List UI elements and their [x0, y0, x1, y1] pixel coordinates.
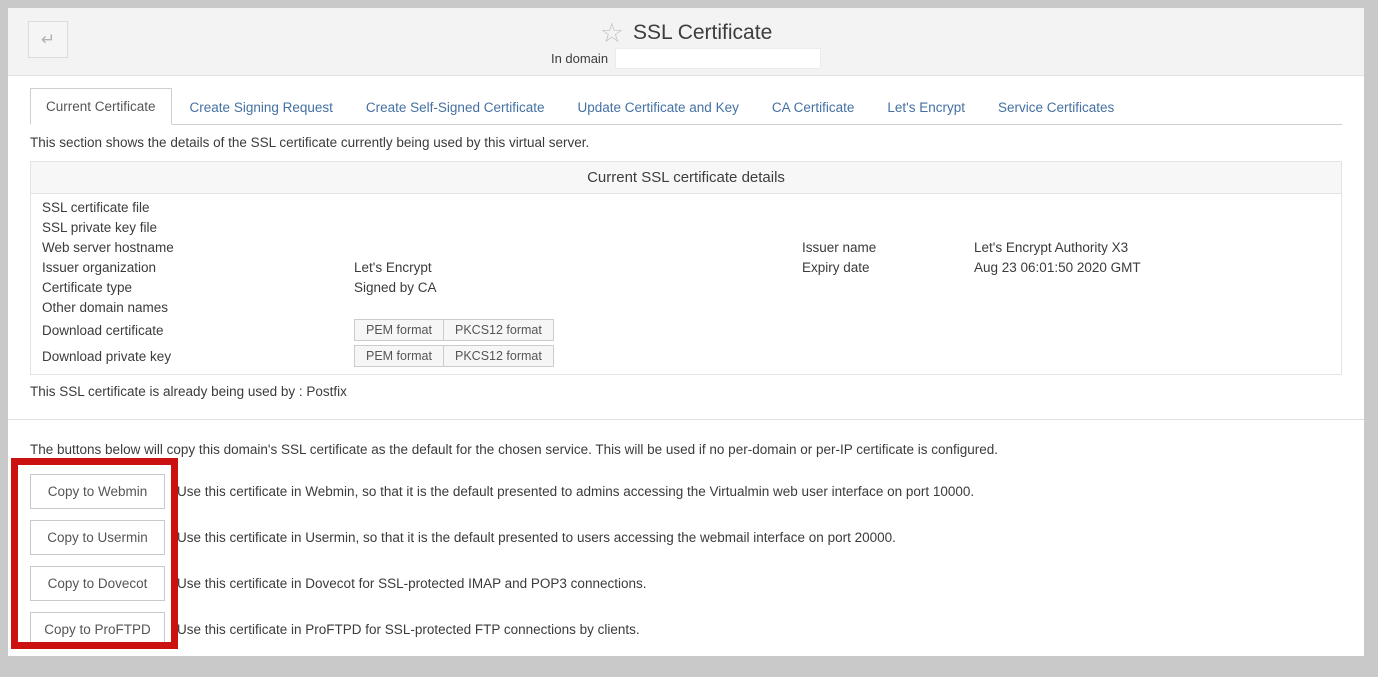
copy-usermin-description: Use this certificate in Usermin, so that…	[177, 530, 896, 545]
copy-to-proftpd-button[interactable]: Copy to ProFTPD	[30, 612, 165, 647]
row-label: Issuer name	[802, 239, 877, 255]
copy-to-webmin-button[interactable]: Copy to Webmin	[30, 474, 165, 509]
download-certificate-pem-button[interactable]: PEM format	[354, 319, 444, 341]
domain-input[interactable]	[615, 48, 822, 69]
row-label: Issuer organization	[42, 259, 157, 275]
table-row: Issuer organization Let's Encrypt Expiry…	[31, 257, 1341, 277]
title-block: ☆ SSL Certificate In domain	[8, 8, 1364, 69]
panel-title: Current SSL certificate details	[31, 162, 1341, 194]
copy-proftpd-description: Use this certificate in ProFTPD for SSL-…	[177, 622, 640, 637]
table-row: Download private key PEM format PKCS12 f…	[31, 343, 1341, 369]
row-label: Expiry date	[802, 259, 870, 275]
row-value	[343, 197, 791, 217]
row-value	[963, 197, 1341, 217]
table-row: Certificate type Signed by CA	[31, 277, 1341, 297]
page-header: ↵ ☆ SSL Certificate In domain	[8, 8, 1364, 76]
table-row: SSL private key file	[31, 217, 1341, 237]
copy-row-usermin: Copy to Usermin Use this certificate in …	[30, 520, 1364, 555]
download-certificate-pkcs12-button[interactable]: PKCS12 format	[443, 319, 554, 341]
row-value	[963, 297, 1341, 317]
certificate-details-panel: Current SSL certificate details SSL cert…	[30, 161, 1342, 375]
row-value	[963, 217, 1341, 237]
back-button[interactable]: ↵	[28, 21, 68, 58]
certificate-details-table: SSL certificate file SSL private key fil…	[31, 197, 1341, 369]
row-label: Other domain names	[42, 299, 169, 315]
tab-create-signing-request[interactable]: Create Signing Request	[175, 90, 348, 125]
tab-service-certificates[interactable]: Service Certificates	[983, 90, 1129, 125]
row-label	[791, 277, 963, 297]
row-value	[963, 277, 1341, 297]
table-row: Download certificate PEM format PKCS12 f…	[31, 317, 1341, 343]
row-value	[343, 217, 791, 237]
in-domain-label: In domain	[550, 51, 609, 66]
copy-row-proftpd: Copy to ProFTPD Use this certificate in …	[30, 612, 1364, 647]
row-label: SSL certificate file	[42, 199, 150, 215]
section-divider	[8, 419, 1364, 420]
back-arrow-icon: ↵	[40, 30, 56, 49]
row-label	[791, 297, 963, 317]
page-title: SSL Certificate	[632, 21, 773, 44]
row-value: Signed by CA	[354, 279, 437, 295]
table-row: SSL certificate file	[31, 197, 1341, 217]
copy-dovecot-description: Use this certificate in Dovecot for SSL-…	[177, 576, 647, 591]
download-private-key-pkcs12-button[interactable]: PKCS12 format	[443, 345, 554, 367]
row-label	[791, 217, 963, 237]
favorite-star-icon[interactable]: ☆	[600, 20, 624, 47]
certificate-used-by-text: This SSL certificate is already being us…	[30, 384, 347, 399]
copy-section-intro: The buttons below will copy this domain'…	[30, 442, 999, 457]
row-label	[791, 197, 963, 217]
row-value: Let's Encrypt Authority X3	[974, 239, 1129, 255]
tab-current-certificate[interactable]: Current Certificate	[30, 88, 172, 125]
download-private-key-pem-button[interactable]: PEM format	[354, 345, 444, 367]
row-label: Certificate type	[42, 279, 133, 295]
row-label: Download certificate	[42, 322, 164, 338]
row-value	[343, 237, 791, 257]
row-value: Aug 23 06:01:50 2020 GMT	[974, 259, 1141, 275]
tab-update-certificate-and-key[interactable]: Update Certificate and Key	[562, 90, 753, 125]
copy-row-dovecot: Copy to Dovecot Use this certificate in …	[30, 566, 1364, 601]
row-label: Download private key	[42, 348, 172, 364]
row-value: Let's Encrypt	[354, 259, 432, 275]
copy-row-webmin: Copy to Webmin Use this certificate in W…	[30, 474, 1364, 509]
row-label: Web server hostname	[42, 239, 174, 255]
copy-buttons-list: Copy to Webmin Use this certificate in W…	[30, 474, 1364, 647]
tab-create-self-signed-certificate[interactable]: Create Self-Signed Certificate	[351, 90, 560, 125]
app-window: ↵ ☆ SSL Certificate In domain Current Ce…	[8, 8, 1364, 656]
copy-to-dovecot-button[interactable]: Copy to Dovecot	[30, 566, 165, 601]
copy-webmin-description: Use this certificate in Webmin, so that …	[177, 484, 975, 499]
copy-to-usermin-button[interactable]: Copy to Usermin	[30, 520, 165, 555]
tab-ca-certificate[interactable]: CA Certificate	[757, 90, 870, 125]
table-row: Other domain names	[31, 297, 1341, 317]
table-row: Web server hostname Issuer name Let's En…	[31, 237, 1341, 257]
tab-bar: Current Certificate Create Signing Reque…	[30, 88, 1342, 125]
row-value	[343, 297, 791, 317]
row-label: SSL private key file	[42, 219, 158, 235]
section-intro-text: This section shows the details of the SS…	[30, 135, 590, 150]
tab-lets-encrypt[interactable]: Let's Encrypt	[872, 90, 980, 125]
row-value: PEM format PKCS12 format	[343, 317, 1341, 343]
row-value: PEM format PKCS12 format	[343, 343, 1341, 369]
